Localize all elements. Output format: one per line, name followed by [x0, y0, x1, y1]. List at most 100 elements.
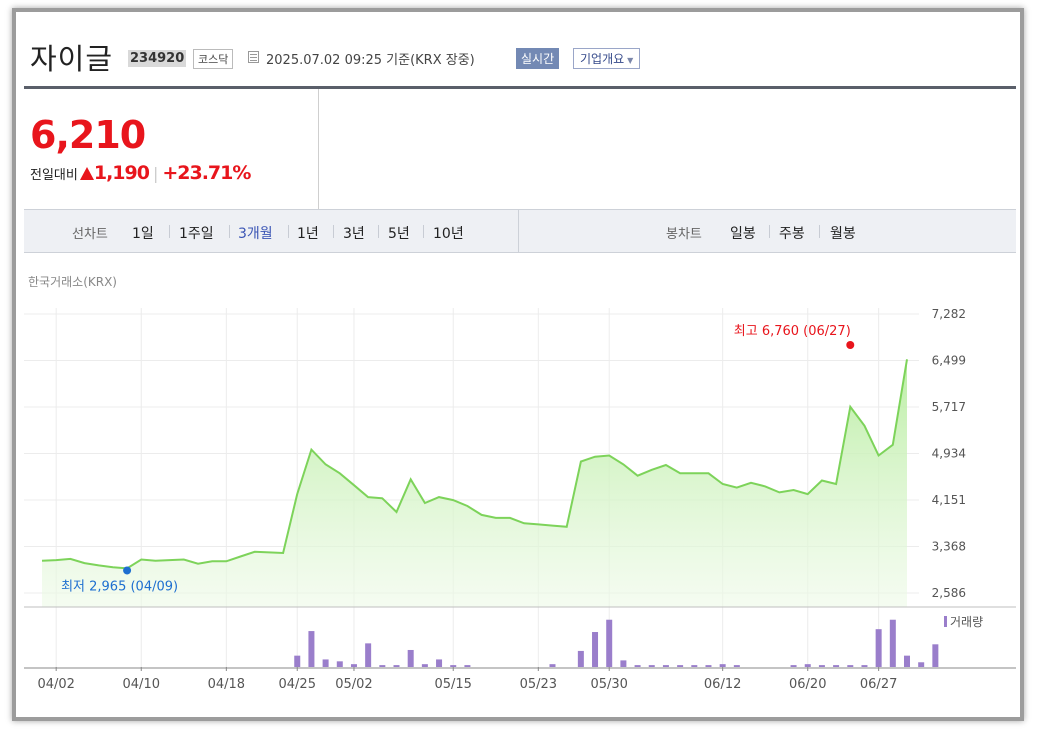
tab-1y[interactable]: 1년: [297, 223, 319, 243]
x-tick-label: 05/02: [335, 677, 372, 692]
y-tick-label: 7,282: [932, 307, 966, 321]
tab-separator: [288, 225, 289, 238]
low-marker: [123, 566, 132, 575]
x-tick-label: 04/18: [208, 677, 245, 692]
up-triangle-icon: [79, 167, 94, 180]
volume-bar: [393, 665, 400, 667]
candle-chart-label: 봉차트: [666, 227, 702, 242]
change-amount: 1,190: [93, 162, 150, 184]
volume-bar: [818, 665, 825, 667]
price-chart: 한국거래소(KRX) 7,282 6,499 5,717 4,934 4,151 3,36…: [24, 275, 1016, 692]
x-tick-label: 05/23: [520, 677, 557, 692]
grid-lines: [24, 308, 919, 667]
volume-bar: [861, 665, 868, 667]
volume-legend: 거래량: [950, 615, 983, 629]
tab-5y[interactable]: 5년: [388, 223, 410, 243]
tab-10y[interactable]: 10년: [433, 223, 464, 243]
volume-bar: [379, 665, 386, 667]
volume-bar: [294, 655, 301, 667]
tab-separator: [819, 225, 820, 238]
volume-bar: [677, 665, 684, 667]
calendar-icon: [248, 51, 259, 63]
x-tick-label: 04/02: [37, 677, 74, 692]
x-axis-labels: 04/02 04/10 04/18 04/25 05/02 05/15 05/23 05/30…: [37, 667, 897, 692]
y-tick-label: 2,586: [932, 586, 966, 600]
price-change: 전일대비 1,190 | +23.71%: [30, 162, 251, 184]
volume-bar: [336, 661, 343, 667]
stock-header: 자이글 234920 코스닥 2025.07.02 09:25 기준(KRX 장…: [24, 16, 1016, 86]
volume-bar: [875, 629, 882, 667]
company-overview-button[interactable]: 기업개요 ▼: [573, 48, 641, 69]
volume-bar: [932, 644, 939, 667]
realtime-button[interactable]: 실시간: [516, 48, 560, 69]
x-tick-label: 04/10: [123, 677, 160, 692]
change-percent: +23.71%: [162, 162, 251, 184]
company-overview-label: 기업개요: [580, 52, 625, 66]
volume-bar: [592, 632, 599, 667]
volume-bar: [790, 665, 797, 667]
change-separator: |: [152, 164, 159, 183]
volume-bar: [733, 665, 740, 667]
x-tick-label: 05/15: [434, 677, 471, 692]
volume-bar: [308, 631, 315, 667]
tab-1w[interactable]: 1주일: [179, 223, 214, 243]
source-label: 한국거래소(KRX): [28, 275, 117, 289]
current-price: 6,210: [30, 113, 146, 157]
x-tick-label: 04/25: [279, 677, 316, 692]
volume-bar: [662, 665, 669, 667]
volume-bar: [719, 664, 726, 667]
tab-separator: [169, 225, 170, 238]
y-tick-label: 4,151: [932, 493, 966, 507]
volume-bar: [804, 664, 811, 667]
tab-separator: [333, 225, 334, 238]
tab-separator: [423, 225, 424, 238]
volume-bar: [407, 649, 414, 667]
volume-bar: [918, 662, 925, 667]
x-tick-label: 06/12: [704, 677, 741, 692]
volume-bar: [904, 655, 910, 667]
volume-bar: [322, 659, 329, 667]
x-tick-label: 06/27: [860, 677, 897, 692]
volume-bar: [648, 665, 655, 667]
tab-3m[interactable]: 3개월: [238, 223, 273, 243]
high-marker: [846, 341, 855, 350]
volume-bar: [889, 619, 896, 667]
y-axis-labels: 7,282 6,499 5,717 4,934 4,151 3,368 2,586: [932, 307, 966, 600]
market-badge: 코스닥: [193, 49, 234, 69]
volume-bar: [634, 665, 641, 667]
x-tick-label: 05/30: [590, 677, 627, 692]
caret-down-icon: ▼: [627, 56, 634, 65]
tab-weekly[interactable]: 주봉: [779, 223, 805, 243]
tab-1d[interactable]: 1일: [132, 223, 154, 243]
stock-code: 234920: [128, 50, 187, 67]
y-tick-label: 4,934: [932, 447, 966, 461]
volume-bar: [620, 660, 627, 667]
volume-bar: [421, 664, 428, 667]
quote-datetime: 2025.07.02 09:25 기준(KRX 장중): [266, 53, 475, 68]
volume-bar: [450, 665, 457, 667]
volume-bar: [577, 650, 584, 667]
volume-bar: [705, 665, 712, 667]
line-chart-label: 선차트: [72, 227, 108, 242]
price-box: 6,210 전일대비 1,190 | +23.71%: [24, 89, 319, 209]
y-tick-label: 3,368: [932, 540, 966, 554]
tab-daily[interactable]: 일봉: [730, 223, 756, 243]
tab-separator: [229, 225, 230, 238]
change-label: 전일대비: [30, 168, 78, 183]
volume-bar: [606, 619, 613, 667]
tab-separator: [378, 225, 379, 238]
price-area: [42, 359, 907, 607]
y-tick-label: 5,717: [932, 400, 966, 414]
y-tick-label: 6,499: [932, 354, 966, 368]
volume-bar: [436, 659, 443, 667]
tab-3y[interactable]: 3년: [343, 223, 365, 243]
volume-bar: [549, 664, 556, 667]
tab-monthly[interactable]: 월봉: [830, 223, 856, 243]
volume-bar: [691, 665, 698, 667]
volume-bars: [294, 619, 939, 667]
volume-bar: [847, 665, 854, 667]
stock-name: 자이글: [30, 42, 114, 76]
volume-bar: [350, 664, 357, 667]
tab-group-divider: [518, 210, 519, 252]
volume-legend-icon: [944, 616, 947, 627]
